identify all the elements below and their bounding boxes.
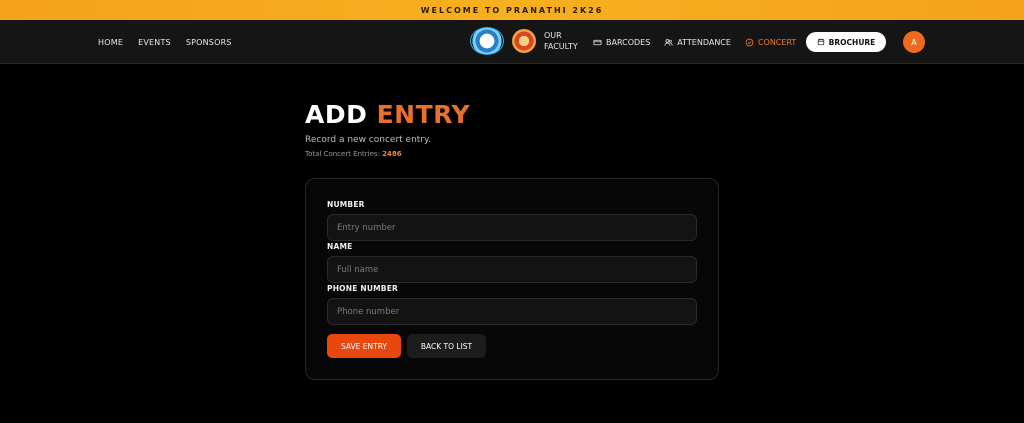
total-entries: Total Concert Entries: 2486 [305,150,402,158]
number-input[interactable] [327,214,697,241]
nav-right-links: BARCODES ATTENDANCE CONCERT [593,20,796,64]
user-avatar[interactable]: A [903,31,925,53]
number-label: NUMBER [327,200,365,209]
nav-concert-label: CONCERT [757,37,797,47]
nav-home-link[interactable]: HOME [98,38,123,47]
nav-sponsors-link[interactable]: SPONSORS [186,38,232,47]
nav-barcodes-label: BARCODES [606,37,651,47]
top-navbar: HOME EVENTS SPONSORS OUR FACULTY BARCODE… [0,20,1024,64]
check-circle-icon [745,38,754,46]
welcome-banner: WELCOME TO PRANATHI 2K26 [0,0,1024,20]
card-icon [593,39,602,45]
banner-text: WELCOME TO PRANATHI 2K26 [420,5,604,15]
page-title: ADD ENTRY [305,100,470,129]
name-input[interactable] [327,256,697,283]
brochure-label: BROCHURE [828,37,876,47]
page-title-main: ADD [305,100,368,129]
total-entries-count: 2486 [382,150,402,158]
fest-logo[interactable] [512,29,536,53]
back-to-list-button[interactable]: BACK TO LIST [407,334,486,358]
nav-concert-link[interactable]: CONCERT [745,38,796,47]
avatar-initial: A [911,37,917,47]
nav-attendance-link[interactable]: ATTENDANCE [664,38,731,47]
brochure-button[interactable]: BROCHURE [806,32,886,52]
phone-label: PHONE NUMBER [327,284,399,293]
nav-our-faculty-link[interactable]: OUR FACULTY [544,30,578,52]
users-icon [664,38,673,46]
nav-left-links: HOME EVENTS SPONSORS [98,20,232,64]
phone-input[interactable] [327,298,697,325]
total-entries-label: Total Concert Entries: [305,150,380,158]
faculty-line-2: FACULTY [544,42,578,51]
nav-attendance-label: ATTENDANCE [677,37,731,47]
calendar-icon [817,38,824,46]
page-subtitle: Record a new concert entry. [305,135,431,145]
faculty-line-1: OUR [544,31,562,40]
name-label: NAME [327,242,353,251]
nav-barcodes-link[interactable]: BARCODES [593,38,650,47]
save-entry-button[interactable]: SAVE ENTRY [327,334,401,358]
page-title-accent: ENTRY [376,100,471,129]
college-logo[interactable] [470,27,504,55]
nav-events-link[interactable]: EVENTS [138,38,171,47]
